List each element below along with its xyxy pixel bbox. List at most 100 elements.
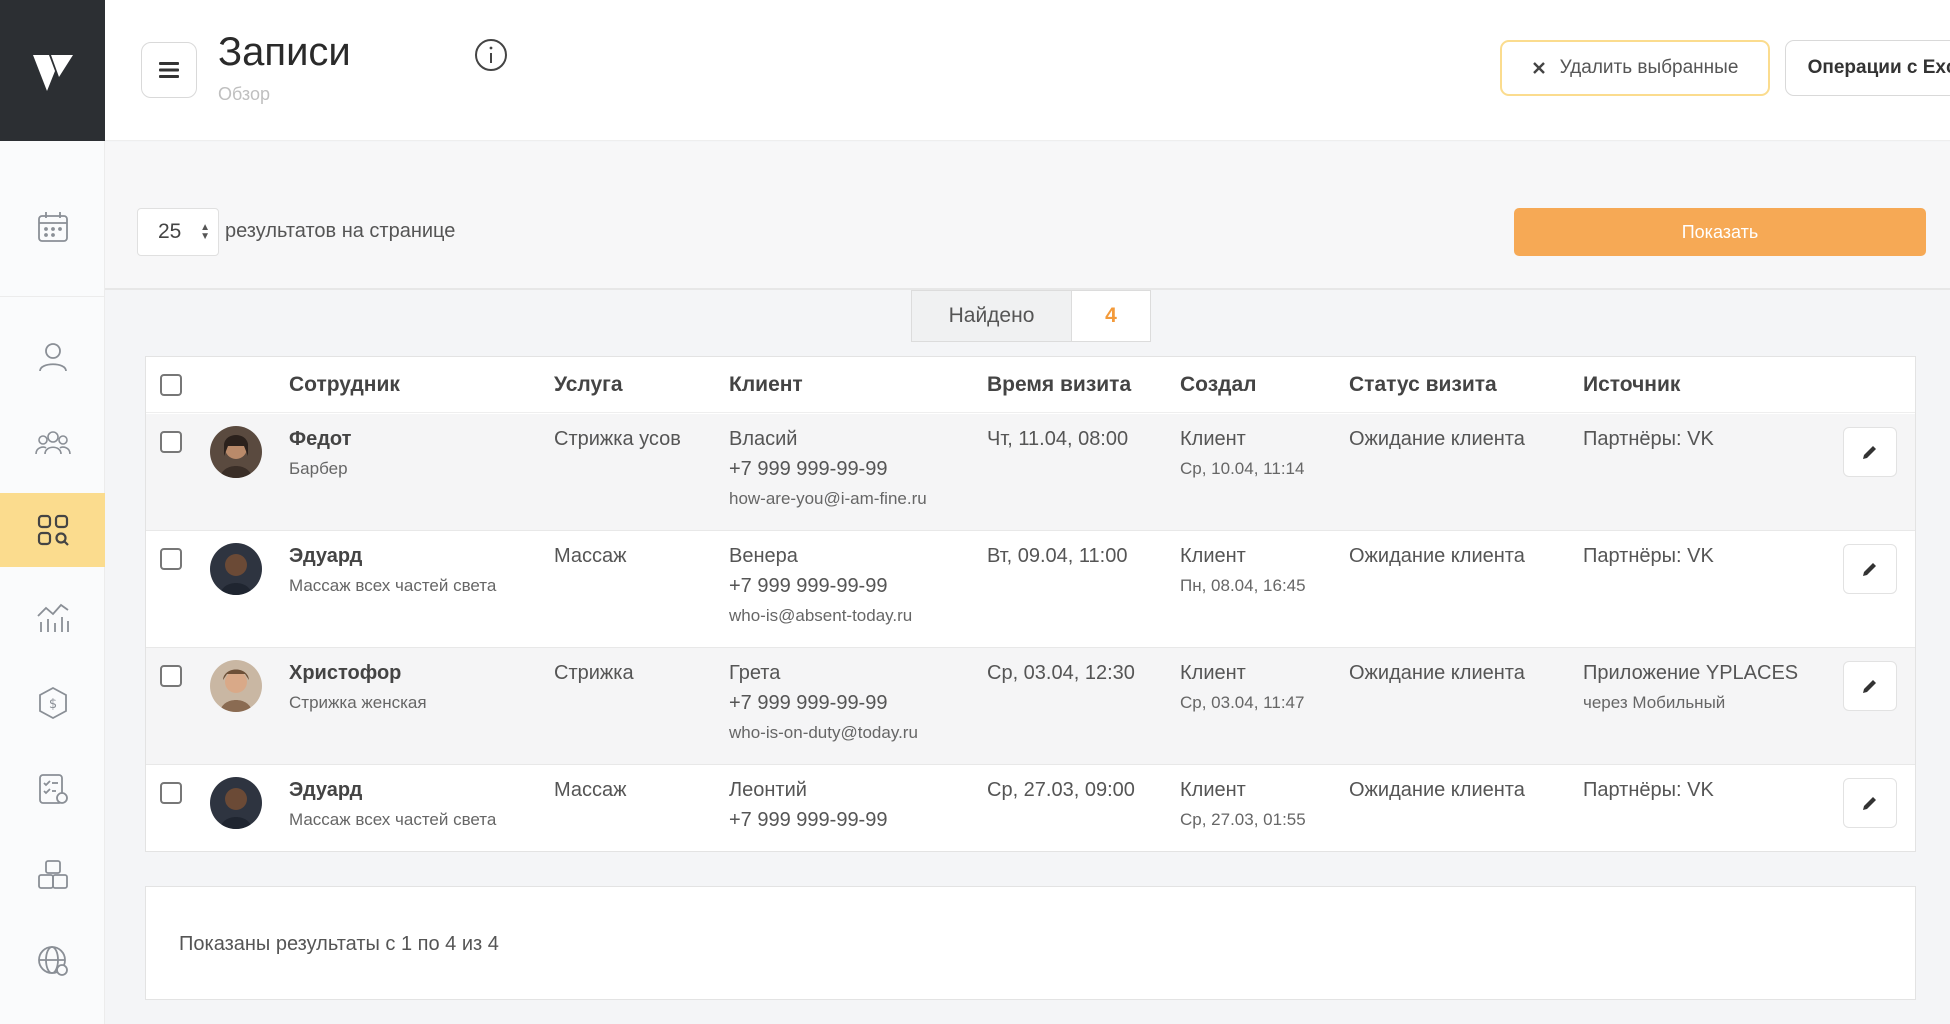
hamburger-icon (159, 62, 179, 78)
app-logo[interactable] (0, 0, 105, 141)
employee-role: Массаж всех частей света (289, 810, 497, 829)
row-checkbox[interactable] (160, 665, 182, 687)
page-header: Записи Обзор Удалить выбранные Операции … (105, 0, 1950, 141)
client-phone: +7 999 999-99-99 (729, 458, 888, 480)
info-icon[interactable] (474, 38, 508, 72)
avatar (210, 777, 262, 829)
nav-calendar[interactable] (0, 190, 105, 264)
records-grid-icon (37, 514, 69, 546)
pencil-icon (1863, 797, 1876, 810)
finance-icon: $ (38, 686, 67, 720)
source: Партнёры: VK (1583, 779, 1714, 801)
nav-analytics[interactable] (0, 580, 105, 654)
source: Приложение YPLACES (1583, 662, 1799, 684)
created-by: Клиент (1180, 545, 1246, 567)
column-header-employee[interactable]: Сотрудник (289, 373, 400, 397)
service-name: Стрижка (554, 662, 634, 684)
app: $ Записи Обзор Удалить выбранные Операци… (0, 0, 1950, 1024)
warehouse-icon (37, 860, 68, 889)
column-header-visit-status[interactable]: Статус визита (1349, 373, 1497, 397)
client-name: Венера (729, 545, 798, 567)
employee-name[interactable]: Федот (289, 424, 351, 454)
employee-name[interactable]: Эдуард (289, 775, 496, 805)
client-email: who-is@absent-today.ru (729, 606, 913, 625)
employee-name[interactable]: Эдуард (289, 541, 496, 571)
service-name: Стрижка усов (554, 428, 681, 450)
column-header-visit-time[interactable]: Время визита (987, 373, 1131, 397)
table-row[interactable]: Христофор Стрижка женская Стрижка Грета … (146, 648, 1915, 765)
nav-checklist[interactable] (0, 752, 105, 826)
column-header-service[interactable]: Услуга (554, 373, 623, 397)
employee-name[interactable]: Христофор (289, 658, 427, 688)
column-header-created-by[interactable]: Создал (1180, 373, 1257, 397)
row-checkbox[interactable] (160, 548, 182, 570)
found-counter: Найдено 4 (911, 290, 1151, 342)
users-group-icon (34, 431, 71, 455)
nav-warehouse[interactable] (0, 838, 105, 912)
table-row[interactable]: Эдуард Массаж всех частей света Массаж Л… (146, 765, 1915, 851)
per-page-label: результатов на странице (225, 220, 456, 242)
source: Партнёры: VK (1583, 545, 1714, 567)
breadcrumb: Обзор (218, 84, 270, 104)
visit-status: Ожидание клиента (1349, 428, 1525, 450)
avatar (210, 426, 262, 478)
table-row[interactable]: Федот Барбер Стрижка усов Власий +7 999 … (146, 414, 1915, 531)
column-header-source[interactable]: Источник (1583, 373, 1680, 397)
created-by: Клиент (1180, 779, 1246, 801)
employee-role: Барбер (289, 459, 348, 478)
nav-records[interactable] (0, 493, 105, 567)
found-count: 4 (1105, 304, 1117, 327)
pencil-icon (1863, 446, 1876, 459)
nav-clients[interactable] (0, 406, 105, 480)
nav-profile[interactable] (0, 320, 105, 394)
page-title: Записи (218, 30, 351, 74)
created-at: Пн, 08.04, 16:45 (1180, 576, 1306, 595)
close-icon (1532, 62, 1545, 74)
service-name: Массаж (554, 779, 627, 801)
visit-time: Чт, 11.04, 08:00 (987, 428, 1129, 450)
avatar (210, 660, 262, 712)
table-header: Сотрудник Услуга Клиент Время визита Соз… (146, 357, 1915, 413)
results-summary: Показаны результаты с 1 по 4 из 4 (179, 933, 499, 955)
excel-operations-label: Операции с Excel (1807, 57, 1950, 78)
per-page-select[interactable]: 25 ▲ ▼ (137, 208, 219, 256)
excel-operations-dropdown[interactable]: Операции с Excel (1785, 40, 1950, 96)
edit-button[interactable] (1843, 427, 1897, 477)
row-checkbox[interactable] (160, 782, 182, 804)
delete-selected-label: Удалить выбранные (1559, 57, 1739, 78)
column-header-client[interactable]: Клиент (729, 373, 803, 397)
client-phone: +7 999 999-99-99 (729, 809, 888, 831)
delete-selected-button[interactable]: Удалить выбранные (1500, 40, 1770, 96)
visit-time: Ср, 27.03, 09:00 (987, 779, 1135, 801)
edit-button[interactable] (1843, 778, 1897, 828)
visit-status: Ожидание клиента (1349, 662, 1525, 684)
edit-button[interactable] (1843, 661, 1897, 711)
created-at: Ср, 10.04, 11:14 (1180, 459, 1305, 478)
visit-time: Вт, 09.04, 11:00 (987, 545, 1128, 567)
found-label: Найдено (912, 291, 1072, 341)
user-icon (38, 343, 67, 372)
menu-toggle-button[interactable] (141, 42, 197, 98)
svg-text:$: $ (48, 697, 56, 712)
row-checkbox[interactable] (160, 431, 182, 453)
client-phone: +7 999 999-99-99 (729, 575, 888, 597)
created-at: Ср, 27.03, 01:55 (1180, 810, 1306, 829)
pencil-icon (1863, 563, 1876, 576)
select-all-checkbox[interactable] (160, 374, 182, 396)
records-table: Сотрудник Услуга Клиент Время визита Соз… (145, 356, 1916, 852)
visit-time: Ср, 03.04, 12:30 (987, 662, 1135, 684)
table-row[interactable]: Эдуард Массаж всех частей света Массаж В… (146, 531, 1915, 648)
source: Партнёры: VK (1583, 428, 1714, 450)
checklist-icon (38, 774, 68, 804)
sidebar-divider (0, 296, 105, 297)
pencil-icon (1863, 680, 1876, 693)
nav-finance[interactable]: $ (0, 666, 105, 740)
pagination-footer: Показаны результаты с 1 по 4 из 4 (145, 886, 1916, 1000)
visit-status: Ожидание клиента (1349, 779, 1525, 801)
employee-role: Стрижка женская (289, 693, 427, 712)
calendar-icon (37, 212, 68, 242)
client-email: who-is-on-duty@today.ru (729, 723, 918, 742)
edit-button[interactable] (1843, 544, 1897, 594)
show-button[interactable]: Показать (1514, 208, 1926, 256)
nav-website[interactable] (0, 924, 105, 998)
